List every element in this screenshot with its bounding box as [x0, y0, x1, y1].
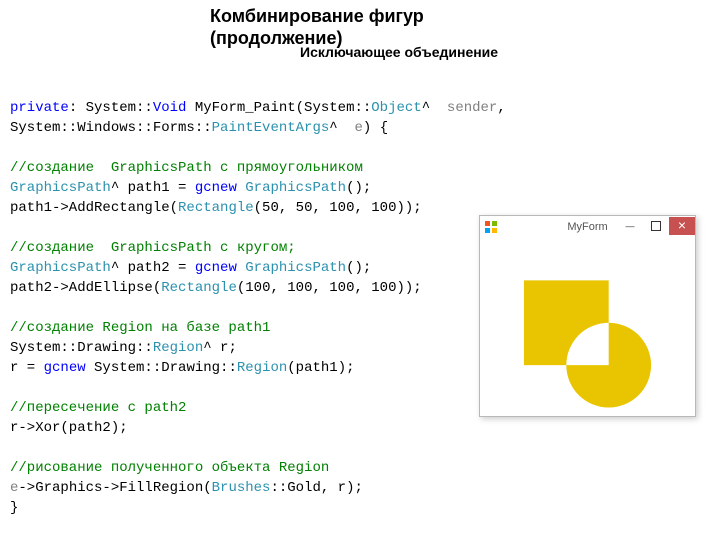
type-object: Object [371, 100, 421, 116]
t: ^ r; [203, 340, 237, 356]
kw-private: private [10, 100, 69, 116]
comment-2: //создание GraphicsPath с кругом; [10, 240, 296, 256]
t: : System:: [69, 100, 153, 116]
t: , [497, 100, 505, 116]
t: System::Windows::Forms:: [10, 120, 212, 136]
t: ^ [422, 100, 447, 116]
t: (path1); [287, 360, 354, 376]
slide-subtitle: Исключающее объединение [300, 44, 498, 60]
t: ^ path2 = [111, 260, 195, 276]
minimize-button[interactable] [617, 217, 643, 235]
t [237, 180, 245, 196]
type-brushes: Brushes [212, 480, 271, 496]
window-buttons [617, 216, 695, 238]
app-icon [484, 220, 498, 234]
output-window: MyForm [479, 215, 696, 417]
t: System::Drawing:: [10, 340, 153, 356]
t: ^ path1 = [111, 180, 195, 196]
t: path2->AddEllipse( [10, 280, 161, 296]
close-button[interactable] [669, 217, 695, 235]
maximize-button[interactable] [643, 217, 669, 235]
kw-void: Void [153, 100, 187, 116]
type-gp: GraphicsPath [10, 260, 111, 276]
t: } [10, 500, 18, 516]
comment-5: //рисование полученного объекта Region [10, 460, 329, 476]
kw-gcnew: gcnew [195, 260, 237, 276]
t: (100, 100, 100, 100)); [237, 280, 422, 296]
t: System::Drawing:: [86, 360, 237, 376]
t: ) { [363, 120, 388, 136]
type-gp: GraphicsPath [245, 260, 346, 276]
type-region: Region [237, 360, 287, 376]
type-region: Region [153, 340, 203, 356]
t: (); [346, 180, 371, 196]
slide-title: Комбинирование фигур (продолжение) [210, 6, 424, 49]
param-sender: sender [447, 100, 497, 116]
xor-region-shape [480, 238, 695, 416]
t: ->Graphics->FillRegion( [18, 480, 211, 496]
kw-gcnew: gcnew [195, 180, 237, 196]
t: MyForm_Paint(System:: [186, 100, 371, 116]
type-gp: GraphicsPath [10, 180, 111, 196]
comment-4: //пересечение с path2 [10, 400, 186, 416]
comment-3: //создание Region на базе path1 [10, 320, 270, 336]
t [237, 260, 245, 276]
t: (50, 50, 100, 100)); [254, 200, 422, 216]
comment-1: //создание GraphicsPath с прямоугольнико… [10, 160, 363, 176]
type-rect: Rectangle [178, 200, 254, 216]
t: ::Gold, r); [270, 480, 362, 496]
kw-gcnew: gcnew [44, 360, 86, 376]
t: ^ [329, 120, 354, 136]
type-gp: GraphicsPath [245, 180, 346, 196]
window-client-area [480, 238, 695, 416]
type-pea: PaintEventArgs [212, 120, 330, 136]
window-title: MyForm [567, 221, 607, 233]
code-block: private: System::Void MyForm_Paint(Syste… [10, 78, 506, 518]
t: path1->AddRectangle( [10, 200, 178, 216]
t: (); [346, 260, 371, 276]
t: r->Xor(path2); [10, 420, 128, 436]
t: r = [10, 360, 44, 376]
window-titlebar: MyForm [480, 216, 695, 239]
type-rect: Rectangle [161, 280, 237, 296]
param-e: e [354, 120, 362, 136]
